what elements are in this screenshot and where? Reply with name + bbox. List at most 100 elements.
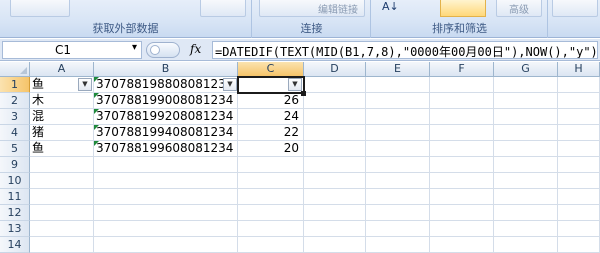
empty-cell[interactable] xyxy=(94,173,238,189)
empty-cell[interactable] xyxy=(558,77,600,93)
filter-button[interactable] xyxy=(440,0,486,17)
empty-cell[interactable] xyxy=(366,205,430,221)
empty-cell[interactable] xyxy=(304,221,366,237)
empty-cell[interactable] xyxy=(94,221,238,237)
filter-dropdown-b[interactable]: ▼ xyxy=(223,78,237,91)
empty-cell[interactable] xyxy=(430,77,494,93)
formula-input[interactable]: =DATEDIF(TEXT(MID(B1,7,8),"0000年00月00日")… xyxy=(212,41,598,59)
advanced-filter-button[interactable]: 高级 xyxy=(496,0,542,17)
empty-cell[interactable] xyxy=(366,173,430,189)
empty-cell[interactable] xyxy=(430,237,494,253)
empty-cell[interactable] xyxy=(30,221,94,237)
empty-cell[interactable] xyxy=(558,205,600,221)
column-header-h[interactable]: H xyxy=(558,62,600,77)
empty-cell[interactable] xyxy=(366,189,430,205)
empty-cell[interactable] xyxy=(94,205,238,221)
empty-cell[interactable] xyxy=(238,237,304,253)
empty-cell[interactable] xyxy=(494,109,558,125)
empty-cell[interactable] xyxy=(304,237,366,253)
empty-cell[interactable] xyxy=(94,189,238,205)
cell-b1[interactable]: 370788198808081234 xyxy=(94,77,238,93)
empty-cell[interactable] xyxy=(304,141,366,157)
row-header-14[interactable]: 14 xyxy=(0,237,30,253)
empty-cell[interactable] xyxy=(494,189,558,205)
cell-a3[interactable]: 混 xyxy=(30,109,94,125)
row-header-3[interactable]: 3 xyxy=(0,109,30,125)
name-box[interactable]: C1 ▾ xyxy=(2,41,142,59)
column-header-b[interactable]: B xyxy=(94,62,238,77)
cell-a4[interactable]: 猪 xyxy=(30,125,94,141)
empty-cell[interactable] xyxy=(558,173,600,189)
edit-links-button[interactable]: 编辑链接 xyxy=(259,0,365,17)
cell-b5[interactable]: 370788199608081234 xyxy=(94,141,238,157)
empty-cell[interactable] xyxy=(366,141,430,157)
empty-cell[interactable] xyxy=(304,93,366,109)
row-header-10[interactable]: 10 xyxy=(0,173,30,189)
empty-cell[interactable] xyxy=(430,141,494,157)
column-header-g[interactable]: G xyxy=(494,62,558,77)
cell-a2[interactable]: 木 xyxy=(30,93,94,109)
empty-cell[interactable] xyxy=(558,157,600,173)
formula-bar-expand-button[interactable] xyxy=(146,42,180,58)
filter-active-icon[interactable]: ▼ xyxy=(288,78,302,91)
select-all-button[interactable] xyxy=(0,62,30,77)
empty-cell[interactable] xyxy=(558,93,600,109)
empty-cell[interactable] xyxy=(304,205,366,221)
empty-cell[interactable] xyxy=(304,157,366,173)
empty-cell[interactable] xyxy=(366,221,430,237)
empty-cell[interactable] xyxy=(430,157,494,173)
empty-cell[interactable] xyxy=(30,237,94,253)
empty-cell[interactable] xyxy=(558,237,600,253)
row-header-5[interactable]: 5 xyxy=(0,141,30,157)
empty-cell[interactable] xyxy=(558,125,600,141)
empty-cell[interactable] xyxy=(430,93,494,109)
empty-cell[interactable] xyxy=(366,93,430,109)
ribbon-button-cut[interactable] xyxy=(552,0,598,17)
cell-b4[interactable]: 370788199408081234 xyxy=(94,125,238,141)
column-header-f[interactable]: F xyxy=(430,62,494,77)
sort-az-icon[interactable]: A↓ xyxy=(382,0,399,13)
empty-cell[interactable] xyxy=(304,173,366,189)
row-header-13[interactable]: 13 xyxy=(0,221,30,237)
empty-cell[interactable] xyxy=(366,125,430,141)
empty-cell[interactable] xyxy=(30,205,94,221)
cell-c5[interactable]: 20 xyxy=(238,141,304,157)
ribbon-button-cut[interactable] xyxy=(10,0,70,17)
empty-cell[interactable] xyxy=(430,173,494,189)
empty-cell[interactable] xyxy=(494,157,558,173)
chevron-down-icon[interactable]: ▾ xyxy=(132,42,137,53)
empty-cell[interactable] xyxy=(430,221,494,237)
column-header-e[interactable]: E xyxy=(366,62,430,77)
empty-cell[interactable] xyxy=(304,109,366,125)
row-header-12[interactable]: 12 xyxy=(0,205,30,221)
empty-cell[interactable] xyxy=(494,205,558,221)
filter-dropdown-a[interactable]: ▼ xyxy=(78,78,92,91)
empty-cell[interactable] xyxy=(494,93,558,109)
empty-cell[interactable] xyxy=(494,125,558,141)
empty-cell[interactable] xyxy=(430,109,494,125)
ribbon-button-cut[interactable] xyxy=(200,0,246,17)
empty-cell[interactable] xyxy=(494,141,558,157)
empty-cell[interactable] xyxy=(558,189,600,205)
column-header-d[interactable]: D xyxy=(304,62,366,77)
empty-cell[interactable] xyxy=(558,109,600,125)
empty-cell[interactable] xyxy=(304,125,366,141)
empty-cell[interactable] xyxy=(494,173,558,189)
cell-c2[interactable]: 26 xyxy=(238,93,304,109)
column-header-a[interactable]: A xyxy=(30,62,94,77)
empty-cell[interactable] xyxy=(94,157,238,173)
empty-cell[interactable] xyxy=(30,173,94,189)
empty-cell[interactable] xyxy=(238,221,304,237)
empty-cell[interactable] xyxy=(366,109,430,125)
row-header-9[interactable]: 9 xyxy=(0,157,30,173)
empty-cell[interactable] xyxy=(494,237,558,253)
cell-b2[interactable]: 370788199008081234 xyxy=(94,93,238,109)
empty-cell[interactable] xyxy=(304,77,366,93)
empty-cell[interactable] xyxy=(304,189,366,205)
cell-c3[interactable]: 24 xyxy=(238,109,304,125)
empty-cell[interactable] xyxy=(430,205,494,221)
empty-cell[interactable] xyxy=(238,157,304,173)
insert-function-button[interactable]: fx xyxy=(190,42,201,56)
empty-cell[interactable] xyxy=(238,189,304,205)
empty-cell[interactable] xyxy=(558,141,600,157)
